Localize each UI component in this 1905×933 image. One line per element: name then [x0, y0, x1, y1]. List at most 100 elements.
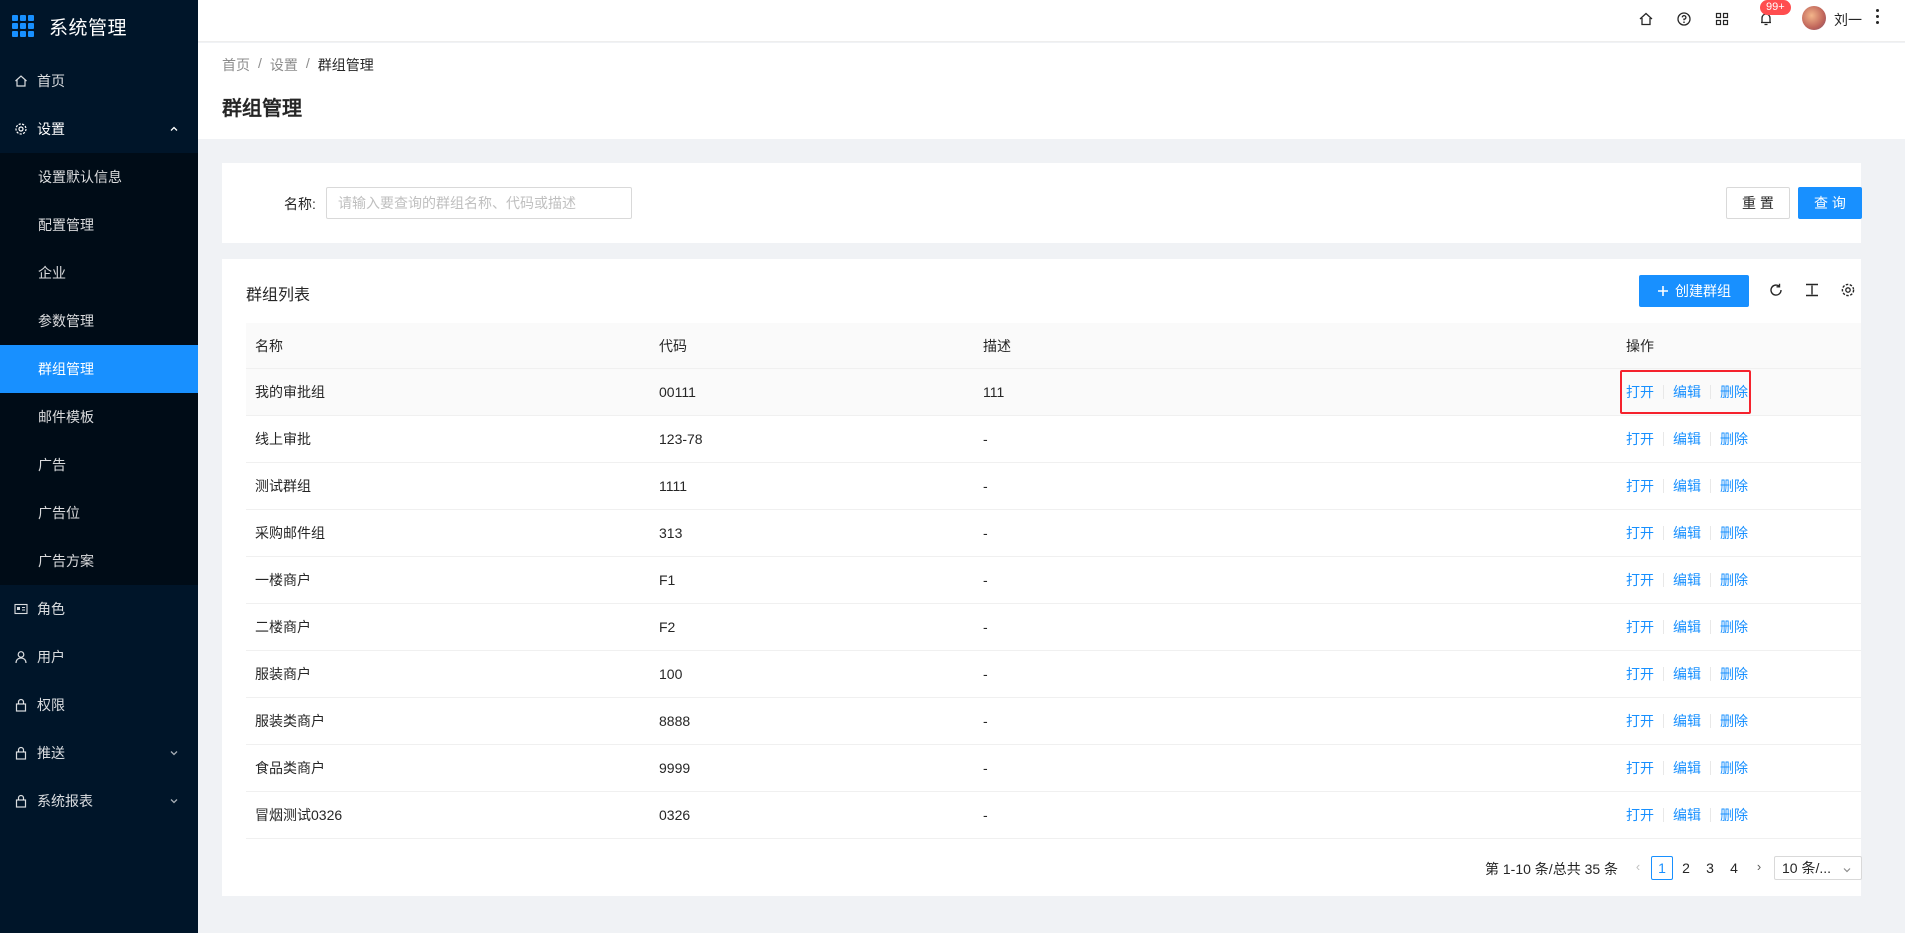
column-height-icon[interactable]: [1803, 281, 1821, 299]
sidebar-item-label: 广告位: [38, 505, 80, 521]
sidebar-item-default-info[interactable]: 设置默认信息: [0, 153, 198, 201]
sidebar-item-push[interactable]: 推送: [0, 729, 198, 777]
open-link[interactable]: 打开: [1626, 711, 1654, 731]
delete-link[interactable]: 删除: [1720, 476, 1748, 496]
search-card: 名称: 重 置 查 询: [222, 163, 1862, 243]
avatar[interactable]: [1802, 6, 1826, 30]
delete-link[interactable]: 删除: [1720, 382, 1748, 402]
prev-page-icon[interactable]: ‹: [1632, 859, 1644, 874]
more-vertical-icon[interactable]: [1876, 9, 1880, 27]
page-1[interactable]: 1: [1651, 856, 1673, 880]
open-link[interactable]: 打开: [1626, 617, 1654, 637]
apps-icon[interactable]: [1713, 10, 1731, 28]
cell-name: 冒烟测试0326: [255, 807, 343, 823]
username[interactable]: 刘一: [1834, 10, 1862, 30]
sidebar-item-roles[interactable]: 角色: [0, 585, 198, 633]
open-link[interactable]: 打开: [1626, 476, 1654, 496]
open-link[interactable]: 打开: [1626, 664, 1654, 684]
delete-link[interactable]: 删除: [1720, 664, 1748, 684]
open-link[interactable]: 打开: [1626, 570, 1654, 590]
column-header-code: 代码: [659, 337, 687, 354]
table-row: 二楼商户 F2 - 打开 编辑 删除: [246, 604, 1861, 651]
reset-button[interactable]: 重 置: [1726, 187, 1790, 219]
edit-link[interactable]: 编辑: [1673, 617, 1701, 637]
cell-desc: -: [983, 525, 988, 541]
sidebar-item-params[interactable]: 参数管理: [0, 297, 198, 345]
next-page-icon[interactable]: ›: [1753, 859, 1765, 874]
edit-link[interactable]: 编辑: [1673, 758, 1701, 778]
search-input[interactable]: [326, 187, 632, 219]
cell-actions: 打开 编辑 删除: [1617, 429, 1861, 449]
cell-desc: -: [983, 478, 988, 494]
cell-name: 采购邮件组: [255, 525, 325, 541]
cell-name: 服装类商户: [255, 713, 325, 729]
app-logo[interactable]: 系统管理: [0, 0, 198, 52]
action-divider: [1663, 620, 1664, 634]
edit-link[interactable]: 编辑: [1673, 429, 1701, 449]
page-2[interactable]: 2: [1675, 856, 1697, 880]
cell-actions: 打开 编辑 删除: [1617, 523, 1861, 543]
cell-desc: -: [983, 666, 988, 682]
query-button[interactable]: 查 询: [1798, 187, 1862, 219]
apps-grid-icon: [12, 15, 34, 37]
open-link[interactable]: 打开: [1626, 758, 1654, 778]
delete-link[interactable]: 删除: [1720, 570, 1748, 590]
sidebar-item-config[interactable]: 配置管理: [0, 201, 198, 249]
page-4[interactable]: 4: [1723, 856, 1745, 880]
delete-link[interactable]: 删除: [1720, 711, 1748, 731]
table-title: 群组列表: [246, 287, 311, 304]
edit-link[interactable]: 编辑: [1673, 664, 1701, 684]
open-link[interactable]: 打开: [1626, 805, 1654, 825]
sidebar-item-mail-template[interactable]: 邮件模板: [0, 393, 198, 441]
page-title: 群组管理: [222, 98, 302, 120]
edit-link[interactable]: 编辑: [1673, 805, 1701, 825]
sidebar-item-label: 用户: [37, 649, 65, 665]
open-link[interactable]: 打开: [1626, 523, 1654, 543]
sidebar-item-enterprise[interactable]: 企业: [0, 249, 198, 297]
delete-link[interactable]: 删除: [1720, 758, 1748, 778]
sidebar-item-reports[interactable]: 系统报表: [0, 777, 198, 825]
sidebar-item-label: 首页: [37, 73, 65, 89]
edit-link[interactable]: 编辑: [1673, 382, 1701, 402]
open-link[interactable]: 打开: [1626, 382, 1654, 402]
settings-icon[interactable]: [1839, 281, 1857, 299]
breadcrumb-item-home[interactable]: 首页: [222, 55, 250, 75]
sidebar: 系统管理 首页 设置 设置默认信息 配置管理 企业 参数管理 群组管理 邮件模板…: [0, 0, 198, 933]
lock-icon: [14, 794, 28, 808]
breadcrumb-item-settings[interactable]: 设置: [270, 55, 298, 75]
open-link[interactable]: 打开: [1626, 429, 1654, 449]
help-icon[interactable]: [1675, 10, 1693, 28]
cell-actions: 打开 编辑 删除: [1617, 711, 1861, 731]
cell-code: F1: [659, 572, 676, 588]
delete-link[interactable]: 删除: [1720, 523, 1748, 543]
delete-link[interactable]: 删除: [1720, 429, 1748, 449]
action-divider: [1710, 761, 1711, 775]
sidebar-item-label: 广告: [38, 457, 66, 473]
delete-link[interactable]: 删除: [1720, 805, 1748, 825]
edit-link[interactable]: 编辑: [1673, 523, 1701, 543]
edit-link[interactable]: 编辑: [1673, 570, 1701, 590]
create-group-button[interactable]: 创建群组: [1639, 275, 1749, 307]
edit-link[interactable]: 编辑: [1673, 711, 1701, 731]
table-row: 食品类商户 9999 - 打开 编辑 删除: [246, 745, 1861, 792]
delete-link[interactable]: 删除: [1720, 617, 1748, 637]
sidebar-item-label: 广告方案: [38, 553, 94, 569]
sidebar-item-ads[interactable]: 广告: [0, 441, 198, 489]
sidebar-item-users[interactable]: 用户: [0, 633, 198, 681]
sidebar-item-ad-plans[interactable]: 广告方案: [0, 537, 198, 585]
reload-icon[interactable]: [1767, 281, 1785, 299]
sidebar-item-home[interactable]: 首页: [0, 57, 198, 105]
sidebar-item-permissions[interactable]: 权限: [0, 681, 198, 729]
action-divider: [1663, 667, 1664, 681]
page-3[interactable]: 3: [1699, 856, 1721, 880]
table-row: 冒烟测试0326 0326 - 打开 编辑 删除: [246, 792, 1861, 839]
cell-name: 我的审批组: [255, 384, 325, 400]
page-size-select[interactable]: 10 条/...: [1774, 856, 1862, 880]
sidebar-item-settings[interactable]: 设置: [0, 105, 198, 153]
home-icon[interactable]: [1637, 10, 1655, 28]
sidebar-item-groups[interactable]: 群组管理: [0, 345, 198, 393]
sidebar-item-ad-slots[interactable]: 广告位: [0, 489, 198, 537]
action-divider: [1663, 432, 1664, 446]
edit-link[interactable]: 编辑: [1673, 476, 1701, 496]
cell-actions: 打开 编辑 删除: [1617, 382, 1861, 402]
